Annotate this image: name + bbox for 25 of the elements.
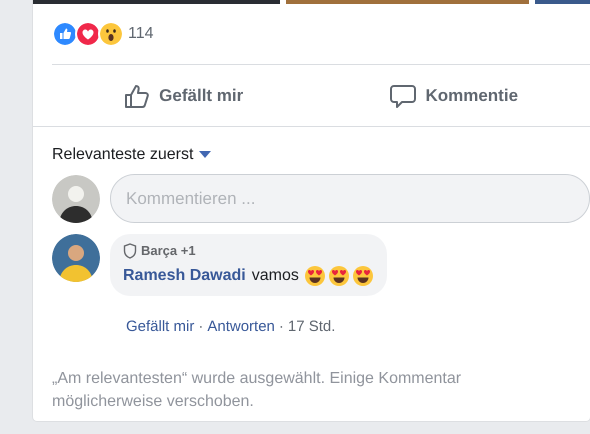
- fan-badge-label: Barça +1: [141, 242, 196, 260]
- timestamp: 17 Std.: [288, 316, 336, 336]
- comment-button[interactable]: Kommentie: [314, 76, 590, 116]
- heart-eyes-emoji-icon: [304, 266, 325, 286]
- surprised-face-reaction-icon: [98, 21, 124, 47]
- shield-icon: [123, 242, 137, 259]
- comment-input-field[interactable]: Kommentieren ...: [110, 174, 590, 223]
- heart-eyes-emoji-icon: [352, 266, 373, 286]
- sort-notice-text: „Am relevantesten“ wurde ausgewählt. Einige Kommentar möglicherweise verschoben.: [52, 369, 462, 412]
- caret-icon: [199, 151, 212, 159]
- separator-dot: ·: [198, 316, 204, 336]
- separator-dot: ·: [278, 316, 284, 336]
- avatar-silhouette-icon: [52, 234, 100, 282]
- comment-action-link[interactable]: Antworten: [207, 316, 275, 338]
- heart-eyes-emoji-icon: [328, 266, 349, 286]
- avatar-silhouette-icon: [52, 174, 100, 222]
- photo-placeholder: [535, 0, 590, 4]
- like-button[interactable]: Gefällt mir: [52, 76, 314, 116]
- thumbs-up-reaction-icon: [52, 21, 78, 47]
- comment-text: vamos: [252, 266, 299, 286]
- reaction-count: 114: [128, 24, 154, 44]
- sort-dropdown[interactable]: Relevanteste zuerst: [52, 143, 212, 167]
- comment-action-link[interactable]: Gefällt mir: [126, 316, 194, 338]
- author-link[interactable]: Ramesh Dawadi: [123, 264, 246, 288]
- heart-reaction-icon: [75, 21, 101, 47]
